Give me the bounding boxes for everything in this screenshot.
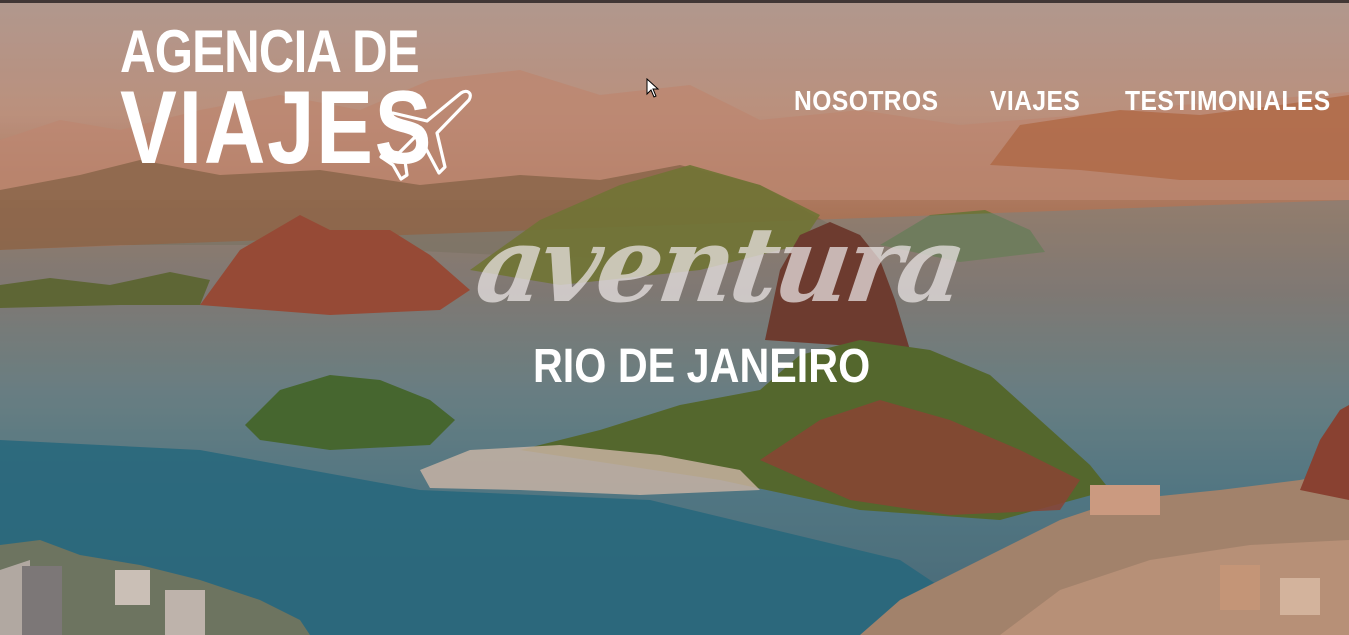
hero-background: AGENCIA DE VIAJES NOSOTROS VIAJES TESTIM…: [0, 0, 1349, 635]
airplane-icon: [379, 89, 472, 181]
mouse-cursor-icon: [646, 78, 660, 98]
hero-tagline: aventura: [469, 203, 971, 326]
nav-link-viajes[interactable]: VIAJES: [990, 86, 1080, 116]
nav-link-nosotros[interactable]: NOSOTROS: [794, 86, 939, 116]
nav-link-testimoniales[interactable]: TESTIMONIALES: [1125, 86, 1331, 116]
main-navigation: NOSOTROS VIAJES TESTIMONIALES: [794, 86, 1349, 116]
hero-destination-title: RIO DE JANEIRO: [533, 340, 871, 393]
